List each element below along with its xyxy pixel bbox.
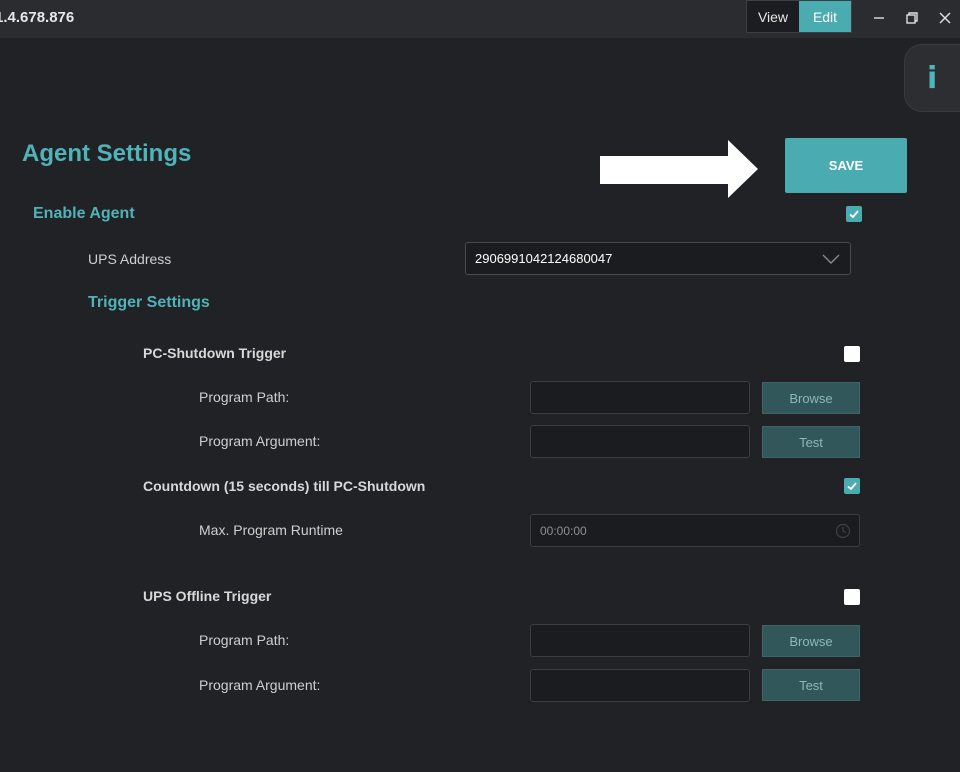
view-mode-button[interactable]: View (747, 1, 799, 32)
offline-program-argument-label: Program Argument: (199, 677, 321, 693)
mode-toggle: View Edit (746, 0, 852, 33)
ups-offline-trigger-label: UPS Offline Trigger (143, 588, 272, 604)
restore-icon[interactable] (901, 7, 923, 29)
offline-test-button[interactable]: Test (762, 669, 860, 701)
pc-browse-button[interactable]: Browse (762, 382, 860, 414)
pc-program-path-input[interactable] (530, 381, 750, 414)
pc-program-path-label: Program Path: (199, 389, 290, 405)
pc-program-argument-label: Program Argument: (199, 433, 321, 449)
arrow-right-icon (600, 140, 760, 203)
enable-agent-checkbox[interactable] (846, 206, 862, 222)
countdown-label: Countdown (15 seconds) till PC-Shutdown (143, 478, 426, 494)
offline-program-argument-input[interactable] (530, 669, 750, 702)
pc-shutdown-trigger-checkbox[interactable] (844, 346, 860, 362)
save-button[interactable]: SAVE (785, 138, 907, 193)
ups-address-label: UPS Address (88, 251, 172, 267)
offline-program-path-label: Program Path: (199, 632, 290, 648)
countdown-checkbox[interactable] (844, 478, 860, 494)
max-runtime-value: 00:00:00 (540, 523, 587, 538)
offline-browse-button[interactable]: Browse (762, 625, 860, 657)
ups-address-value: 2906991042124680047 (475, 251, 613, 266)
enable-agent-label: Enable Agent (33, 205, 135, 222)
trigger-settings-label: Trigger Settings (88, 294, 210, 311)
pc-program-argument-input[interactable] (530, 425, 750, 458)
close-icon[interactable] (934, 7, 956, 29)
ups-offline-trigger-checkbox[interactable] (844, 589, 860, 605)
title-bar: 1.4.678.876 View Edit (0, 0, 960, 38)
minimize-icon[interactable] (868, 7, 890, 29)
max-runtime-label: Max. Program Runtime (199, 522, 343, 538)
checkmark-icon (849, 210, 859, 219)
info-icon: i (927, 60, 938, 96)
checkmark-icon (847, 482, 857, 491)
pc-test-button[interactable]: Test (762, 426, 860, 458)
edit-mode-button[interactable]: Edit (799, 1, 851, 32)
page-title: Agent Settings (22, 140, 192, 167)
clock-icon[interactable] (835, 523, 851, 539)
pc-shutdown-trigger-label: PC-Shutdown Trigger (143, 345, 287, 361)
max-runtime-input[interactable]: 00:00:00 (530, 514, 860, 547)
chevron-down-icon (822, 254, 840, 264)
ups-address-select[interactable]: 2906991042124680047 (465, 242, 851, 275)
offline-program-path-input[interactable] (530, 624, 750, 657)
info-button[interactable]: i (904, 44, 960, 112)
app-version: 1.4.678.876 (0, 9, 75, 26)
